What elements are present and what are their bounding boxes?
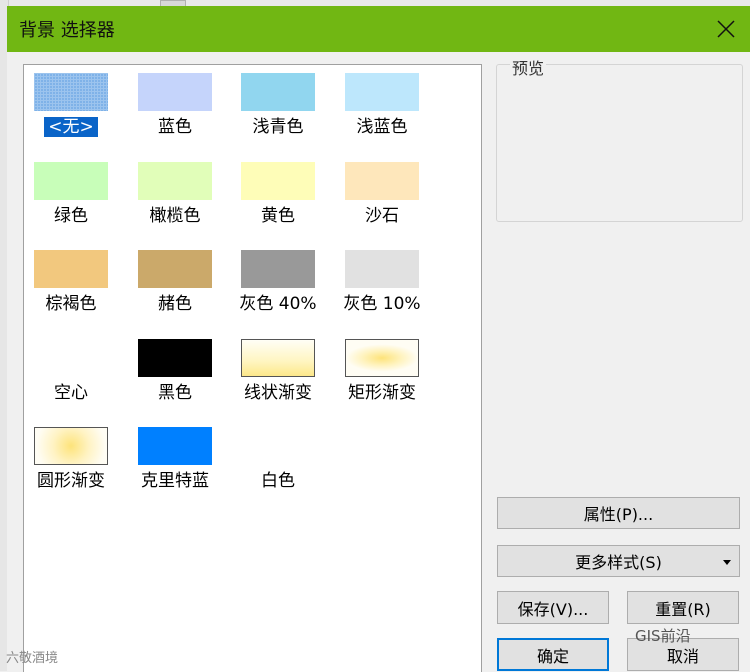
properties-button-label: 属性(P)... (583, 505, 654, 524)
properties-button[interactable]: 属性(P)... (497, 497, 740, 529)
style-gallery: <无> 蓝色 浅青色 浅蓝色 绿色 橄榄色 黄色 沙石 棕褐色 赭色 灰色 40… (23, 64, 482, 672)
swatch-sand (345, 162, 419, 200)
style-label: 赭色 (158, 294, 192, 314)
style-label: 白色 (261, 471, 295, 491)
style-item-gray-40[interactable]: 灰色 40% (231, 242, 335, 330)
title-bar: 背景 选择器 (7, 6, 750, 52)
swatch-radial-gradient (34, 427, 108, 465)
swatch-gray-40 (241, 250, 315, 288)
style-item-light-cyan[interactable]: 浅青色 (231, 65, 335, 153)
style-item-black[interactable]: 黑色 (128, 331, 232, 419)
swatch-yellow (241, 162, 315, 200)
preview-panel (496, 64, 743, 222)
style-item-crete-blue[interactable]: 克里特蓝 (128, 419, 232, 507)
style-label: 黑色 (158, 383, 192, 403)
style-label: 橄榄色 (149, 206, 201, 226)
swatch-hollow (34, 339, 108, 377)
swatch-rect-gradient (345, 339, 419, 377)
ok-button[interactable]: 确定 (497, 638, 609, 671)
save-button-label: 保存(V)... (517, 599, 589, 619)
swatch-blue (138, 73, 212, 111)
style-label: 浅青色 (252, 117, 304, 137)
style-item-none[interactable]: <无> (24, 65, 128, 153)
swatch-black (138, 339, 212, 377)
style-label: 黄色 (261, 206, 295, 226)
style-label: 浅蓝色 (356, 117, 408, 137)
style-label: 克里特蓝 (141, 471, 209, 491)
dropdown-arrow-icon (723, 560, 731, 565)
style-item-ochre[interactable]: 赭色 (128, 242, 232, 330)
style-label: <无> (43, 116, 99, 138)
style-item-olive[interactable]: 橄榄色 (128, 154, 232, 242)
style-item-gray-10[interactable]: 灰色 10% (335, 242, 439, 330)
style-label: 绿色 (54, 206, 88, 226)
style-item-white[interactable]: 白色 (231, 419, 335, 507)
close-icon (717, 20, 735, 38)
style-label: 棕褐色 (45, 294, 97, 314)
more-styles-label: 更多样式(S) (575, 553, 662, 572)
style-item-rect-gradient[interactable]: 矩形渐变 (335, 331, 439, 419)
style-item-blue[interactable]: 蓝色 (128, 65, 232, 153)
watermark-left: 六敬酒境 (6, 651, 59, 666)
style-label: 线状渐变 (244, 383, 312, 403)
style-item-yellow[interactable]: 黄色 (231, 154, 335, 242)
style-item-hollow[interactable]: 空心 (24, 331, 128, 419)
reset-button[interactable]: 重置(R) (627, 591, 739, 624)
style-item-linear-gradient[interactable]: 线状渐变 (231, 331, 335, 419)
style-item-light-blue[interactable]: 浅蓝色 (335, 65, 439, 153)
style-item-sand[interactable]: 沙石 (335, 154, 439, 242)
swatch-linear-gradient (241, 339, 315, 377)
swatch-light-cyan (241, 73, 315, 111)
style-item-green[interactable]: 绿色 (24, 154, 128, 242)
swatch-ochre (138, 250, 212, 288)
swatch-tan (34, 250, 108, 288)
dialog-title: 背景 选择器 (19, 20, 115, 41)
swatch-none (34, 73, 108, 111)
swatch-white (241, 427, 315, 465)
style-label: 矩形渐变 (348, 383, 416, 403)
save-button[interactable]: 保存(V)... (497, 591, 609, 624)
style-label: 蓝色 (158, 117, 192, 137)
swatch-gray-10 (345, 250, 419, 288)
preview-title: 预览 (510, 55, 547, 79)
more-styles-dropdown[interactable]: 更多样式(S) (497, 545, 740, 577)
style-item-tan[interactable]: 棕褐色 (24, 242, 128, 330)
swatch-crete-blue (138, 427, 212, 465)
reset-button-label: 重置(R) (655, 599, 711, 619)
style-item-radial-gradient[interactable]: 圆形渐变 (24, 419, 128, 507)
style-label: 灰色 10% (343, 294, 421, 314)
style-label: 灰色 40% (239, 294, 317, 314)
cancel-button-label: 取消 (666, 646, 699, 666)
swatch-green (34, 162, 108, 200)
background-selector-dialog: <无> 蓝色 浅青色 浅蓝色 绿色 橄榄色 黄色 沙石 棕褐色 赭色 灰色 40… (7, 52, 750, 672)
close-button[interactable] (710, 13, 742, 45)
ok-button-label: 确定 (536, 646, 569, 666)
swatch-olive (138, 162, 212, 200)
style-label: 沙石 (365, 206, 399, 226)
style-label: 圆形渐变 (37, 471, 105, 491)
style-label: 空心 (54, 383, 88, 403)
swatch-light-blue (345, 73, 419, 111)
watermark-right: GIS前沿 (635, 627, 691, 645)
